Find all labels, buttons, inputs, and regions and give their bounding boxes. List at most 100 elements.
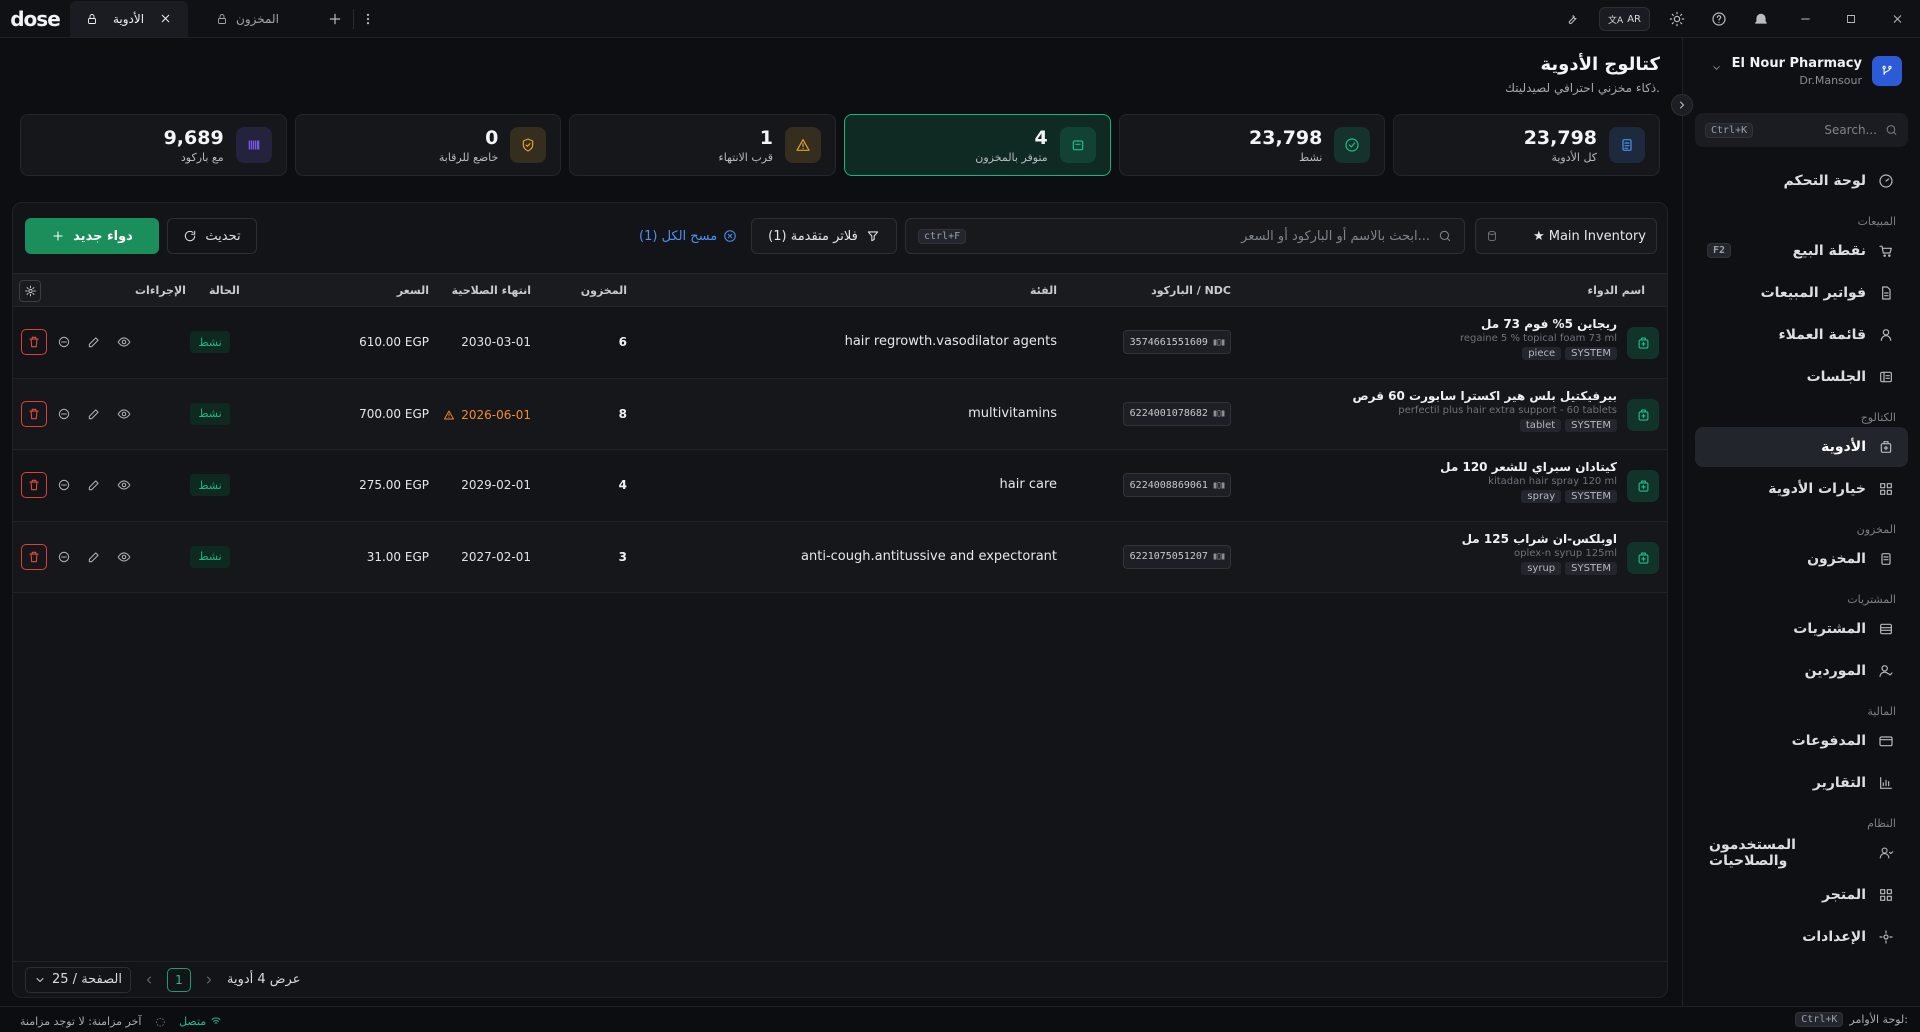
barcode-chip[interactable]: 3574661551609 ▮▯▮	[1122, 330, 1231, 354]
delete-button[interactable]	[21, 400, 47, 427]
notifications-button[interactable]	[1740, 0, 1782, 38]
list-icon	[1622, 139, 1632, 151]
stat-card[interactable]: 4 متوفر بالمخزون	[844, 114, 1111, 176]
header-status[interactable]: الحالة	[209, 284, 240, 297]
tab-inventory[interactable]: المخزون	[188, 1, 295, 37]
sidebar-item[interactable]: الإعدادات	[1695, 917, 1908, 957]
invoice-icon	[1882, 286, 1891, 300]
delete-button[interactable]	[21, 543, 47, 570]
sidebar-item[interactable]: المشتريات	[1695, 609, 1908, 649]
medicine-search-input[interactable]: ctrl+F ابحث بالاسم أو الباركود أو السعر.…	[905, 218, 1465, 254]
current-page[interactable]: 1	[166, 967, 191, 992]
per-page-select[interactable]: 25 / الصفحة	[25, 966, 131, 993]
header-expiry[interactable]: انتهاء الصلاحية	[452, 284, 531, 297]
stock-cell: 8	[618, 406, 627, 421]
expiry-cell: 2030-03-01	[461, 335, 531, 349]
stat-card[interactable]: 1 قرب الانتهاء	[569, 114, 837, 176]
medicine-icon	[1638, 337, 1648, 349]
stat-card[interactable]: 0 خاضع للرقابة	[294, 114, 562, 176]
sidebar-collapse-button[interactable]	[1671, 94, 1693, 116]
view-button[interactable]	[111, 472, 137, 498]
sidebar-item[interactable]: الأدوية	[1695, 427, 1908, 467]
sidebar-item[interactable]: خيارات الأدوية	[1695, 469, 1908, 509]
refresh-button[interactable]: تحديث	[167, 218, 257, 254]
sidebar-item[interactable]: F2 نقطة البيع	[1695, 231, 1908, 271]
edit-button[interactable]	[81, 401, 107, 427]
theme-toggle[interactable]	[1656, 0, 1698, 38]
barcode-chip[interactable]: 6224008869061 ▮▯▮	[1122, 473, 1231, 497]
database-icon	[1488, 231, 1496, 241]
edit-button[interactable]	[81, 472, 107, 498]
inventory-select[interactable]: ★ Main Inventory	[1475, 218, 1657, 254]
sidebar-item[interactable]: الموردين	[1695, 651, 1908, 691]
form-tag: piece	[1522, 347, 1562, 360]
minimize-button[interactable]	[1782, 0, 1828, 38]
sidebar-item[interactable]: المخزون	[1695, 539, 1908, 579]
delete-button[interactable]	[21, 472, 47, 498]
medicine-name-ar: اوبلكس-ان شراب 125 مل	[1461, 531, 1617, 546]
header-stock[interactable]: المخزون	[581, 284, 627, 297]
search-placeholder: Search...	[1824, 123, 1877, 137]
header-price[interactable]: السعر	[397, 284, 429, 297]
new-medicine-button[interactable]: دواء جديد	[25, 218, 159, 254]
pharmacy-switcher[interactable]: El Nour Pharmacy Dr.Mansour	[1683, 38, 1920, 87]
category-cell: hair care	[999, 477, 1057, 492]
page-title: كتالوج الأدوية	[1540, 54, 1660, 75]
sidebar-item[interactable]: فواتير المبيعات	[1695, 273, 1908, 313]
header-name[interactable]: اسم الدواء	[1587, 284, 1645, 297]
view-button[interactable]	[111, 544, 137, 570]
barcode-chip[interactable]: 6224001078682 ▮▯▮	[1122, 401, 1231, 426]
tools-button[interactable]	[1551, 0, 1593, 38]
tab-medicines[interactable]: الأدوية	[70, 0, 188, 37]
delete-button[interactable]	[21, 329, 47, 355]
language-button[interactable]: 文A AR	[1599, 7, 1650, 31]
table-row[interactable]: بيرفيكتيل بلس هير اكسترا سابورت 60 قرص pe…	[13, 378, 1667, 450]
sidebar-item[interactable]: المدفوعات	[1695, 721, 1908, 761]
sidebar-item[interactable]: التقارير	[1695, 763, 1908, 803]
barcode-chip[interactable]: 6221075051207 ▮▯▮	[1122, 544, 1231, 569]
column-settings-button[interactable]	[19, 280, 41, 302]
sidebar-search-input[interactable]: Ctrl+K Search...	[1695, 113, 1908, 147]
tab-menu-button[interactable]	[352, 8, 383, 29]
header-category[interactable]: الفئة	[1030, 284, 1057, 297]
edit-button[interactable]	[81, 329, 107, 355]
stat-label: متوفر بالمخزون	[975, 150, 1048, 164]
price-cell: 275.00 EGP	[359, 478, 429, 492]
chevron-left-icon[interactable]	[143, 972, 155, 988]
view-button[interactable]	[111, 329, 137, 355]
search-shortcut: ctrl+F	[918, 228, 967, 244]
table-row[interactable]: اوبلكس-ان شراب 125 مل oplex-n syrup 125ml…	[13, 521, 1667, 593]
sidebar-item[interactable]: لوحة التحكم	[1695, 161, 1908, 201]
advanced-filters-button[interactable]: فلاتر متقدمة (1)	[751, 218, 897, 254]
pencil-icon	[88, 551, 99, 562]
sidebar-item[interactable]: المستخدمون والصلاحيات	[1695, 833, 1908, 873]
sidebar-item-label: الأدوية	[1821, 439, 1866, 455]
new-tab-button[interactable]	[317, 0, 353, 38]
help-button[interactable]	[1698, 0, 1740, 38]
clear-circle-icon	[724, 230, 737, 242]
stat-card[interactable]: 23,798 كل الأدوية	[1393, 114, 1661, 176]
deactivate-button[interactable]	[51, 544, 77, 570]
clear-filters-button[interactable]: مسح الكل (1)	[639, 218, 737, 254]
close-window-button[interactable]	[1874, 0, 1920, 38]
edit-button[interactable]	[81, 544, 107, 570]
command-palette-hint[interactable]: Ctrl+K لوحة الأوامر:	[1795, 1012, 1908, 1027]
maximize-button[interactable]	[1828, 0, 1874, 38]
tab-label: المخزون	[236, 11, 279, 26]
nav-section-label: الكتالوج	[1860, 411, 1896, 424]
close-icon[interactable]	[159, 12, 172, 25]
stat-card[interactable]: 9,689 مع باركود	[20, 114, 287, 176]
deactivate-button[interactable]	[51, 472, 77, 498]
sidebar-item[interactable]: المتجر	[1695, 875, 1908, 915]
view-button[interactable]	[111, 401, 137, 427]
table-row[interactable]: ريجاين 5% فوم 73 مل regaine 5 % topical f…	[13, 307, 1667, 379]
deactivate-button[interactable]	[51, 329, 77, 355]
header-barcode[interactable]: الباركود / NDC	[1151, 284, 1231, 297]
table-row[interactable]: كيتادان سبراي للشعر 120 مل kitadan hair s…	[13, 450, 1667, 522]
deactivate-button[interactable]	[51, 401, 77, 427]
chevron-right-icon[interactable]	[203, 972, 215, 988]
sidebar-item[interactable]: قائمة العملاء	[1695, 315, 1908, 355]
stat-card[interactable]: 23,798 نشط	[1118, 114, 1386, 176]
stat-label: كل الأدوية	[1551, 150, 1598, 164]
sidebar-item[interactable]: الجلسات	[1695, 357, 1908, 397]
